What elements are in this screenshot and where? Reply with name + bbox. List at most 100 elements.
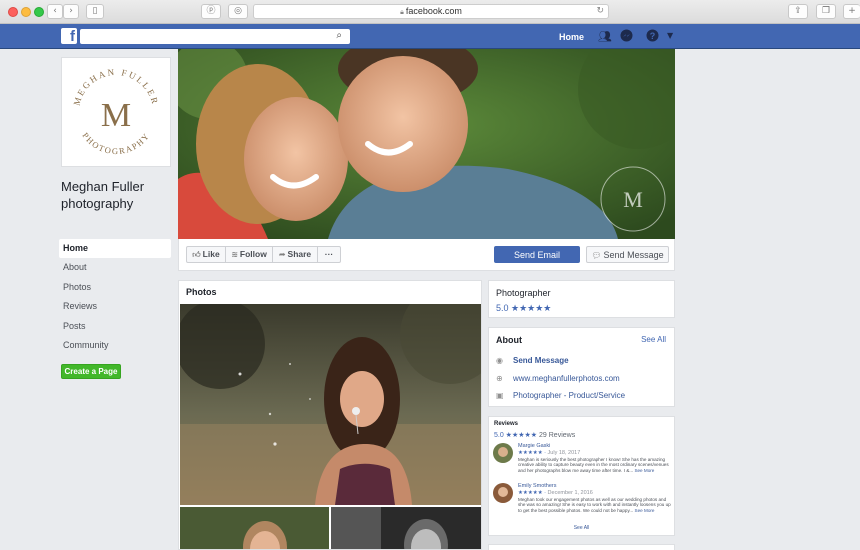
review-stars-value: ★★★★★ <box>518 490 543 496</box>
cover-photo[interactable]: M <box>178 49 675 239</box>
share-arrow-icon: ➦ <box>278 250 286 259</box>
back-icon[interactable]: ‹ <box>47 4 63 19</box>
follow-button[interactable]: ≋ Follow <box>225 246 273 263</box>
svg-text:?: ? <box>650 31 656 41</box>
minimize-window-button[interactable] <box>21 7 31 17</box>
send-email-button[interactable]: Send Email <box>494 246 580 263</box>
about-title: About <box>496 335 522 345</box>
page-rating[interactable]: 5.0 ★★★★★ <box>496 303 551 314</box>
tabs-icon[interactable]: ❐ <box>816 4 836 19</box>
messenger-icon[interactable] <box>620 29 633 45</box>
photos-card: Photos <box>178 280 482 550</box>
left-nav-photos[interactable]: Photos <box>59 278 171 297</box>
left-nav-about[interactable]: About <box>59 258 171 277</box>
left-nav-reviews[interactable]: Reviews <box>59 297 171 316</box>
about-row-text: Send Message <box>513 356 569 365</box>
review-stars: ★★★★★ · December 1, 2016 <box>518 490 593 496</box>
follow-label: Follow <box>239 249 267 259</box>
svg-text:PHOTOGRAPHY: PHOTOGRAPHY <box>80 130 151 156</box>
reviewer-name[interactable]: Emily Smothers <box>518 483 557 489</box>
like-button[interactable]: 👍︎ Like <box>186 246 226 263</box>
reviews-card: Reviews 5.0 ★★★★★ 29 Reviews Margie Gask… <box>488 416 675 536</box>
about-row-text: www.meghanfullerphotos.com <box>513 374 620 383</box>
reviews-rating: 5.0 ★★★★★ <box>494 432 538 439</box>
about-see-all-link[interactable]: See All <box>641 335 666 344</box>
nav-home-link[interactable]: Home <box>559 32 584 42</box>
photo-thumbnail[interactable] <box>180 507 329 549</box>
sidebar-icon[interactable]: ▯ <box>86 4 104 19</box>
thumbs-up-icon: 👍︎ <box>192 250 201 259</box>
send-message-label: Send Message <box>603 249 664 260</box>
messenger-icon: ◉ <box>496 356 503 365</box>
url-text: facebook.com <box>405 6 462 16</box>
page-action-bar: 👍︎ Like ≋ Follow ➦ Share ··· Send Email 💬︎ S… <box>178 239 675 271</box>
zoom-window-button[interactable] <box>34 7 44 17</box>
about-website-link[interactable]: ⊕ www.meghanfullerphotos.com <box>496 374 620 383</box>
profile-picture[interactable]: MEGHAN FULLER PHOTOGRAPHY M <box>61 57 171 167</box>
about-category-link[interactable]: ▣ Photographer - Product/Service <box>496 391 625 400</box>
extension-icon[interactable]: ◎ <box>228 4 248 19</box>
see-more-link[interactable]: See More <box>635 508 655 513</box>
reviewer-name[interactable]: Margie Gaski <box>518 443 550 449</box>
close-window-button[interactable] <box>8 7 18 17</box>
thumbnail-image <box>331 507 481 549</box>
briefcase-icon: ▣ <box>496 391 504 400</box>
help-icon[interactable]: ? <box>646 29 659 45</box>
left-nav-posts[interactable]: Posts <box>59 317 171 336</box>
more-options-button[interactable]: ··· <box>317 246 341 263</box>
featured-photo[interactable] <box>180 304 481 505</box>
new-tab-icon[interactable]: + <box>843 4 860 19</box>
svg-text:M: M <box>101 97 131 134</box>
reload-icon[interactable]: ↻ <box>596 5 604 18</box>
address-bar[interactable]: 🔒︎ facebook.com ↻ <box>253 4 609 19</box>
share-button[interactable]: ➦ Share <box>272 246 318 263</box>
reviews-see-all-link[interactable]: See All <box>489 525 674 531</box>
review-stars-value: ★★★★★ <box>518 450 543 456</box>
dropdown-arrow-icon[interactable]: ▼ <box>667 31 673 40</box>
search-input[interactable] <box>80 29 325 44</box>
about-card: About See All ◉ Send Message ⊕ www.meghanf… <box>488 327 675 407</box>
left-nav-community[interactable]: Community <box>59 336 171 355</box>
search-box[interactable]: ⌕ <box>80 29 350 44</box>
friend-requests-icon[interactable]: 👥︎ <box>598 30 612 43</box>
category-card: Photographer 5.0 ★★★★★ <box>488 280 675 318</box>
like-label: Like <box>202 249 220 259</box>
photos-title[interactable]: Photos <box>186 287 217 297</box>
reviews-count: 29 Reviews <box>539 432 576 439</box>
browser-toolbar: ‹ › ▯ ⓟ ◎ 🔒︎ facebook.com ↻ ⇪ ❐ + <box>0 0 860 24</box>
lock-icon: 🔒︎ <box>400 9 404 16</box>
page-category[interactable]: Photographer <box>496 288 551 298</box>
review-date[interactable]: July 18, 2017 <box>548 450 581 456</box>
facebook-topbar: f ⌕ Home 👥︎ ? ▼ <box>0 24 860 49</box>
create-page-button[interactable]: Create a Page <box>61 364 121 379</box>
facebook-logo-icon[interactable]: f <box>61 28 77 44</box>
share-icon[interactable]: ⇪ <box>788 4 808 19</box>
about-row-text: Photographer - Product/Service <box>513 391 626 400</box>
search-icon[interactable]: ⌕ <box>336 30 342 41</box>
next-card <box>488 544 675 550</box>
thumbnail-image <box>180 507 329 549</box>
review-text: Meghan is seriously the best photographe… <box>518 457 673 473</box>
photography-logo: MEGHAN FULLER PHOTOGRAPHY M <box>71 67 158 156</box>
cover-photo-image: M <box>178 49 675 239</box>
rss-icon: ≋ <box>231 250 238 259</box>
left-nav-home[interactable]: Home <box>59 239 171 259</box>
messenger-icon: 💬︎ <box>591 250 602 260</box>
review-date[interactable]: December 1, 2016 <box>548 490 593 496</box>
about-send-message-link[interactable]: ◉ Send Message <box>496 356 569 365</box>
reviews-title: Reviews <box>494 421 519 427</box>
review-stars: ★★★★★ · July 18, 2017 <box>518 450 581 456</box>
left-navigation: Home About Photos Reviews Posts Communit… <box>59 239 171 355</box>
review-text: Meghan took our engagement photos as wel… <box>518 497 673 513</box>
forward-icon[interactable]: › <box>63 4 79 19</box>
send-message-button[interactable]: 💬︎ Send Message <box>586 246 669 263</box>
page-name: Meghan Fuller photography <box>61 179 145 211</box>
reviews-summary[interactable]: 5.0 ★★★★★ 29 Reviews <box>494 431 575 439</box>
reviewer-avatar[interactable] <box>493 483 513 503</box>
reviewer-avatar[interactable] <box>493 443 513 463</box>
share-label: Share <box>287 249 312 259</box>
photo-thumbnail[interactable] <box>331 507 481 549</box>
svg-text:M: M <box>623 187 643 212</box>
pinterest-icon[interactable]: ⓟ <box>201 4 221 19</box>
see-more-link[interactable]: See More <box>634 468 654 473</box>
